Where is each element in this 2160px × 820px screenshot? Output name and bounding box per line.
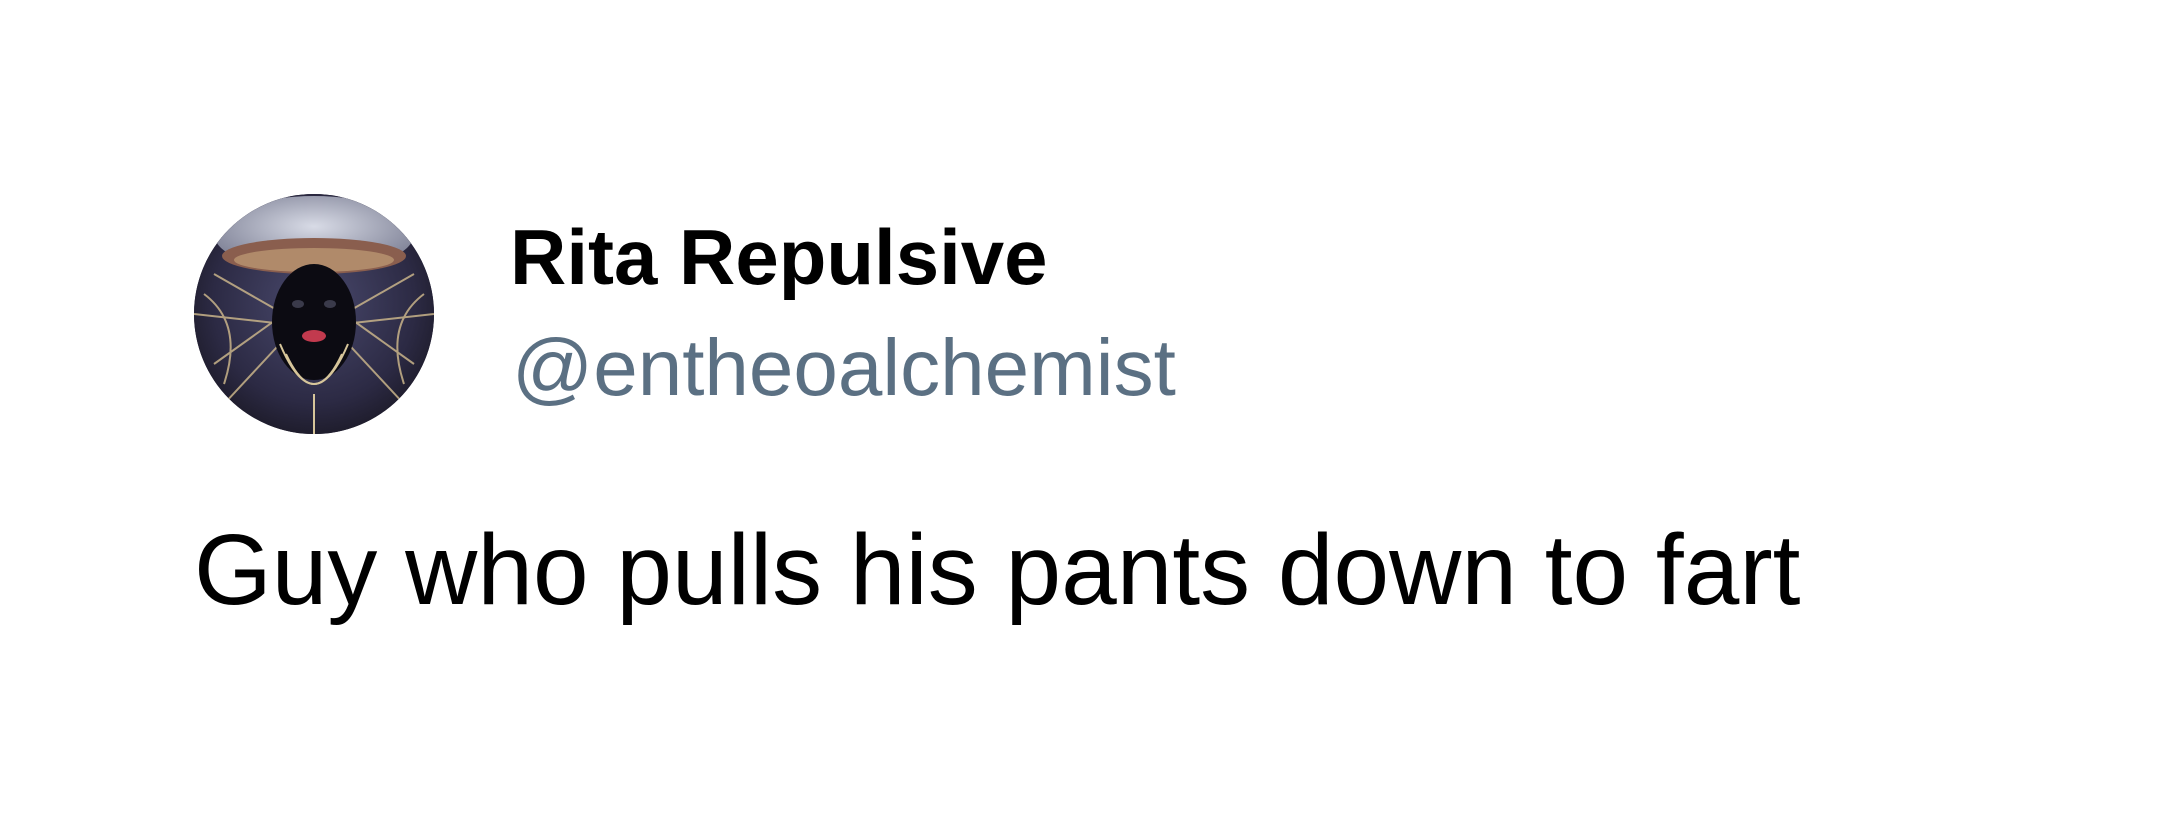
- avatar[interactable]: [194, 194, 434, 434]
- author-handle[interactable]: @entheoalchemist: [512, 328, 1176, 408]
- tweet-text: Guy who pulls his pants down to fart: [194, 514, 1801, 626]
- tweet-card: Rita Repulsive @entheoalchemist Guy who …: [0, 0, 2160, 820]
- profile-avatar-icon: [194, 194, 434, 434]
- author-display-name[interactable]: Rita Repulsive: [510, 218, 1048, 296]
